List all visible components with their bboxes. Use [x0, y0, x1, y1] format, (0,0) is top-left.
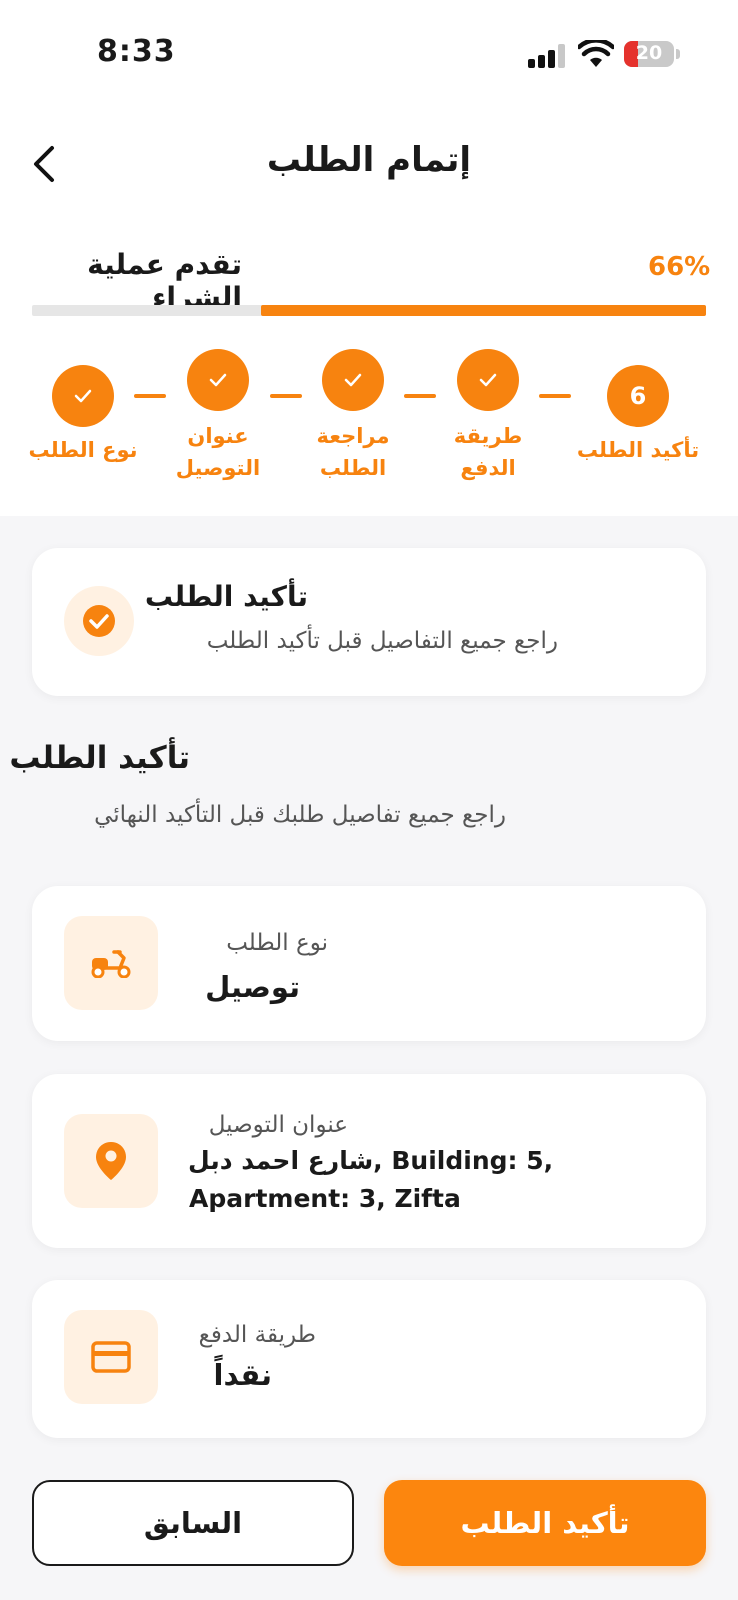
step-connector — [404, 394, 436, 398]
address-building: , Building: 5, — [373, 1146, 554, 1175]
step-order-confirm[interactable]: 6 — [607, 365, 669, 427]
order-type-card: نوع الطلب توصيل — [32, 886, 706, 1041]
previous-button[interactable]: السابق — [32, 1480, 354, 1566]
step-order-confirm-label: تأكيد الطلب — [576, 438, 700, 462]
cellular-signal-icon — [528, 44, 568, 68]
step-label-line: الطلب — [319, 456, 387, 480]
wifi-icon — [576, 38, 616, 68]
check-icon — [74, 389, 92, 403]
info-card-subtitle: راجع جميع التفاصيل قبل تأكيد الطلب — [206, 628, 558, 654]
back-button[interactable] — [28, 142, 62, 186]
confirm-order-button[interactable]: تأكيد الطلب — [384, 1480, 706, 1566]
step-delivery-address[interactable] — [187, 349, 249, 411]
check-icon — [344, 373, 362, 387]
step-connector — [539, 394, 571, 398]
check-circle-icon — [64, 586, 134, 656]
step-payment-method[interactable] — [457, 349, 519, 411]
address-label: عنوان التوصيل — [208, 1112, 348, 1138]
page-title: إتمام الطلب — [266, 140, 472, 180]
battery-level: 20 — [635, 42, 663, 64]
credit-card-icon — [64, 1310, 158, 1404]
info-card-title: تأكيد الطلب — [144, 580, 308, 613]
step-payment-method-label: طريقة الدفع — [428, 420, 548, 484]
step-order-type[interactable] — [52, 365, 114, 427]
step-order-type-label: نوع الطلب — [28, 438, 138, 462]
address-line-1: شارع احمد دبل, Building: 5, — [188, 1146, 553, 1175]
step-label-line: طريقة — [453, 424, 523, 448]
section-title: تأكيد الطلب — [9, 740, 190, 776]
location-pin-icon — [64, 1114, 158, 1208]
address-street: شارع احمد دبل — [188, 1146, 374, 1175]
step-label-line: مراجعة — [316, 424, 390, 448]
check-icon — [209, 373, 227, 387]
battery-icon: 20 — [624, 41, 674, 67]
section-subtitle: راجع جميع تفاصيل طلبك قبل التأكيد النهائ… — [94, 802, 506, 828]
step-order-review-label: مراجعة الطلب — [293, 420, 413, 484]
step-connector — [134, 394, 166, 398]
payment-value: نقداً — [213, 1358, 272, 1392]
step-label-line: التوصيل — [175, 456, 261, 480]
chevron-left-icon — [34, 146, 54, 182]
address-line-2: Apartment: 3, Zifta — [189, 1184, 461, 1213]
check-icon — [479, 373, 497, 387]
progress-bar-fill — [261, 305, 706, 316]
payment-label: طريقة الدفع — [198, 1322, 316, 1348]
step-order-review[interactable] — [322, 349, 384, 411]
step-number: 6 — [629, 382, 647, 410]
battery-tip — [676, 49, 680, 59]
payment-method-card: طريقة الدفع نقداً — [32, 1280, 706, 1438]
progress-bar — [32, 305, 706, 316]
step-connector — [270, 394, 302, 398]
step-label-line: عنوان — [187, 424, 249, 448]
confirm-info-card: تأكيد الطلب راجع جميع التفاصيل قبل تأكيد… — [32, 548, 706, 696]
order-type-value: توصيل — [205, 970, 300, 1004]
progress-percent: 66% — [648, 252, 711, 282]
delivery-address-card: عنوان التوصيل شارع احمد دبل, Building: 5… — [32, 1074, 706, 1248]
delivery-scooter-icon — [64, 916, 158, 1010]
order-type-label: نوع الطلب — [226, 930, 328, 956]
step-delivery-address-label: عنوان التوصيل — [158, 420, 278, 484]
status-time: 8:33 — [97, 34, 176, 69]
step-label-line: الدفع — [460, 456, 516, 480]
